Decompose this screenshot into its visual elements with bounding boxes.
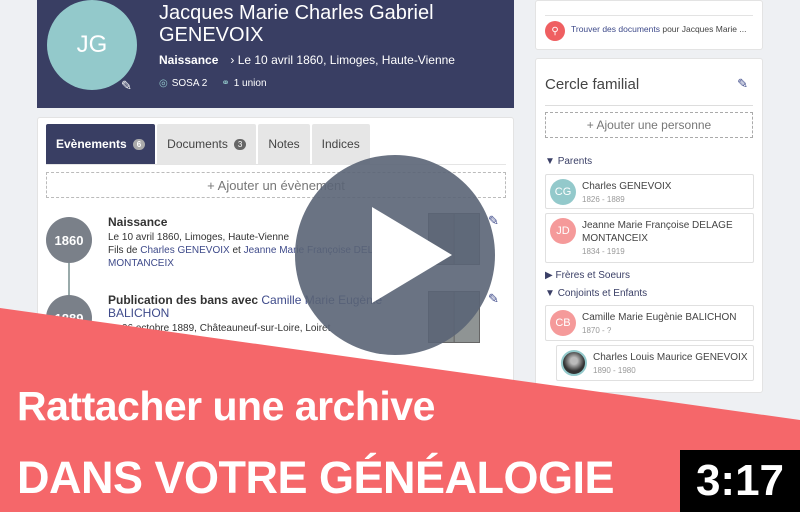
video-title-line1: Rattacher une archive [17,383,435,429]
video-title-line2: DANS VOTRE GÉNÉALOGIE [17,452,615,503]
title-banner [0,308,800,512]
video-duration: 3:17 [680,450,800,512]
